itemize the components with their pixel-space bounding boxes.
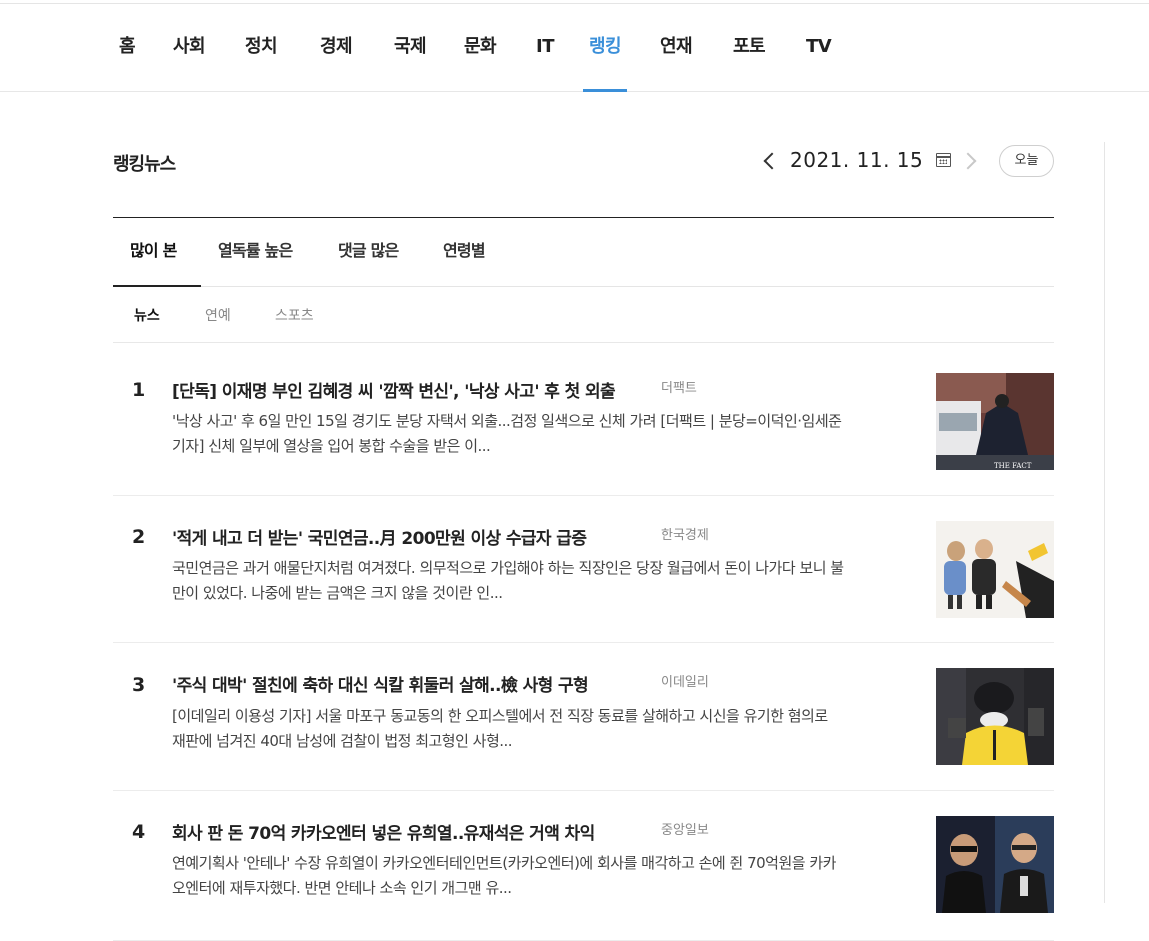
rank-number: 2 [132, 526, 146, 548]
nav-world[interactable]: 국제 [394, 4, 427, 92]
nav-photo[interactable]: 포토 [733, 4, 766, 92]
tab-divider-bottom [113, 286, 1054, 287]
nav-society[interactable]: 사회 [173, 4, 206, 92]
nav-ranking[interactable]: 랭킹 [582, 4, 628, 92]
tab-most-viewed[interactable]: 많이 본 [130, 237, 177, 261]
news-summary[interactable]: [이데일리 이용성 기자] 서울 마포구 동교동의 한 오피스텔에서 전 직장 … [172, 704, 844, 754]
nav-culture[interactable]: 문화 [464, 4, 497, 92]
news-thumbnail[interactable] [936, 521, 1054, 618]
thumbnail-image [936, 668, 1054, 765]
chevron-right-icon [959, 152, 977, 170]
news-thumbnail[interactable] [936, 816, 1054, 913]
news-headline[interactable]: '주식 대박' 절친에 축하 대신 식칼 휘둘러 살해..檢 사형 구형 [172, 671, 652, 696]
news-summary[interactable]: '낙상 사고' 후 6일 만인 15일 경기도 분당 자택서 외출...검정 일… [172, 409, 844, 459]
news-headline[interactable]: '적게 내고 더 받는' 국민연금..月 200만원 이상 수급자 급증 [172, 524, 652, 549]
news-headline[interactable]: 회사 판 돈 70억 카카오엔터 넣은 유희열..유재석은 거액 차익 [172, 819, 652, 844]
current-date: 2021. 11. 15 [790, 148, 924, 172]
news-item[interactable]: 1 [단독] 이재명 부인 김혜경 씨 '깜짝 변신', '낙상 사고' 후 첫… [113, 343, 1054, 496]
news-summary[interactable]: 연예기획사 '안테나' 수장 유희열이 카카오엔터테인먼트(카카오엔터)에 회사… [172, 851, 844, 901]
global-nav: 홈 사회 정치 경제 국제 문화 IT 랭킹 연재 포토 TV [0, 4, 1149, 92]
news-thumbnail[interactable] [936, 668, 1054, 765]
tab-most-commented[interactable]: 댓글 많은 [338, 237, 399, 261]
page-title: 랭킹뉴스 [113, 154, 176, 175]
thumbnail-image [936, 816, 1054, 913]
nav-economy[interactable]: 경제 [320, 4, 353, 92]
rank-number: 3 [132, 674, 146, 696]
nav-home[interactable]: 홈 [119, 4, 136, 92]
today-button[interactable]: 오늘 [999, 145, 1054, 177]
news-item[interactable]: 3 '주식 대박' 절친에 축하 대신 식칼 휘둘러 살해..檢 사형 구형 이… [113, 643, 1054, 791]
press-name[interactable]: 이데일리 [661, 671, 709, 690]
rank-number: 4 [132, 821, 146, 843]
rank-number: 1 [132, 379, 146, 401]
next-date-button[interactable] [959, 148, 980, 174]
press-name[interactable]: 한국경제 [661, 524, 709, 543]
news-item[interactable]: 2 '적게 내고 더 받는' 국민연금..月 200만원 이상 수급자 급증 한… [113, 496, 1054, 643]
active-tab-indicator [113, 285, 201, 287]
nav-series[interactable]: 연재 [660, 4, 693, 92]
tab-divider-top [113, 217, 1054, 218]
thumbnail-image [936, 521, 1054, 618]
nav-tv[interactable]: TV [806, 4, 832, 92]
chevron-left-icon [763, 152, 781, 170]
press-name[interactable]: 중앙일보 [661, 819, 709, 838]
press-name[interactable]: 더팩트 [661, 377, 697, 396]
nav-politics[interactable]: 정치 [245, 4, 278, 92]
news-item[interactable]: 4 회사 판 돈 70억 카카오엔터 넣은 유희열..유재석은 거액 차익 중앙… [113, 791, 1054, 941]
tab-most-read[interactable]: 열독률 높은 [218, 237, 293, 261]
calendar-icon[interactable] [936, 153, 951, 167]
news-thumbnail[interactable]: THE FACT [936, 373, 1054, 470]
thumbnail-caption: THE FACT [994, 462, 1032, 470]
subtab-news[interactable]: 뉴스 [134, 305, 160, 325]
subtab-sports[interactable]: 스포츠 [275, 305, 314, 325]
tab-by-age[interactable]: 연령별 [443, 237, 486, 261]
news-headline[interactable]: [단독] 이재명 부인 김혜경 씨 '깜짝 변신', '낙상 사고' 후 첫 외… [172, 377, 652, 402]
scrollbar-track [1104, 142, 1105, 903]
prev-date-button[interactable] [760, 148, 781, 174]
thumbnail-image: THE FACT [936, 373, 1054, 470]
news-summary[interactable]: 국민연금은 과거 애물단지처럼 여겨졌다. 의무적으로 가입해야 하는 직장인은… [172, 556, 844, 606]
nav-it[interactable]: IT [536, 4, 554, 92]
subtab-entertainment[interactable]: 연예 [205, 305, 231, 325]
